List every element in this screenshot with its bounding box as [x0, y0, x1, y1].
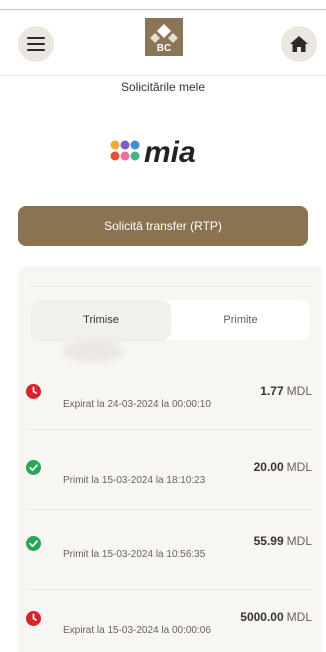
hamburger-menu-icon	[27, 37, 45, 51]
request-row[interactable]: Expirat la 15-03-2024 la 00:00:06 5000.0…	[18, 590, 322, 652]
svg-text:BC: BC	[157, 43, 171, 52]
mia-logo-icon	[110, 140, 140, 161]
home-icon	[290, 36, 308, 52]
request-amount: 20.00 MDL	[254, 460, 312, 474]
expired-clock-icon	[26, 611, 41, 626]
request-row[interactable]: Expirat la 24-03-2024 la 00:00:10 1.77 MD…	[18, 350, 322, 430]
request-status-text: Expirat la 24-03-2024 la 00:00:10	[63, 399, 211, 410]
request-amount: 55.99 MDL	[254, 534, 312, 548]
mia-wordmark: mia	[144, 136, 196, 169]
request-amount: 5000.00 MDL	[240, 610, 312, 624]
amount-value: 1.77	[260, 384, 284, 398]
request-transfer-button[interactable]: Solicită transfer (RTP)	[18, 206, 308, 246]
mia-brand: mia	[110, 136, 220, 170]
currency: MDL	[286, 610, 312, 624]
expired-clock-icon	[26, 384, 41, 399]
amount-value: 20.00	[253, 460, 284, 474]
tab-received[interactable]: Primite	[171, 300, 310, 340]
requests-tabs: Trimise Primite	[31, 300, 310, 340]
currency: MDL	[286, 460, 312, 474]
currency: MDL	[286, 384, 312, 398]
menu-button[interactable]	[18, 26, 54, 62]
amount-value: 5000.00	[240, 610, 284, 624]
request-status-text: Expirat la 15-03-2024 la 00:00:06	[63, 625, 211, 636]
request-amount: 1.77 MDL	[260, 384, 312, 398]
request-status-text: Primit la 15-03-2024 la 10:56:35	[63, 549, 206, 560]
received-check-icon	[26, 460, 41, 475]
request-status-text: Primit la 15-03-2024 la 18:10:23	[63, 475, 206, 486]
requests-panel: Trimise Primite Expirat la 24-03-2024 la…	[18, 266, 322, 652]
amount-value: 55.99	[253, 534, 284, 548]
page-title: Solicitările mele	[120, 80, 206, 94]
panel-divider	[30, 286, 312, 287]
home-button[interactable]	[281, 26, 317, 62]
received-check-icon	[26, 536, 41, 551]
app-header: BC	[0, 10, 326, 76]
header-divider	[0, 75, 326, 76]
currency: MDL	[286, 534, 312, 548]
request-row[interactable]: Primit la 15-03-2024 la 10:56:35 55.99 MD…	[18, 510, 322, 590]
bank-logo[interactable]: BC	[145, 18, 183, 56]
bank-logo-icon: BC	[150, 24, 178, 52]
request-row[interactable]: Primit la 15-03-2024 la 18:10:23 20.00 MD…	[18, 430, 322, 510]
tab-sent[interactable]: Trimise	[31, 300, 171, 340]
